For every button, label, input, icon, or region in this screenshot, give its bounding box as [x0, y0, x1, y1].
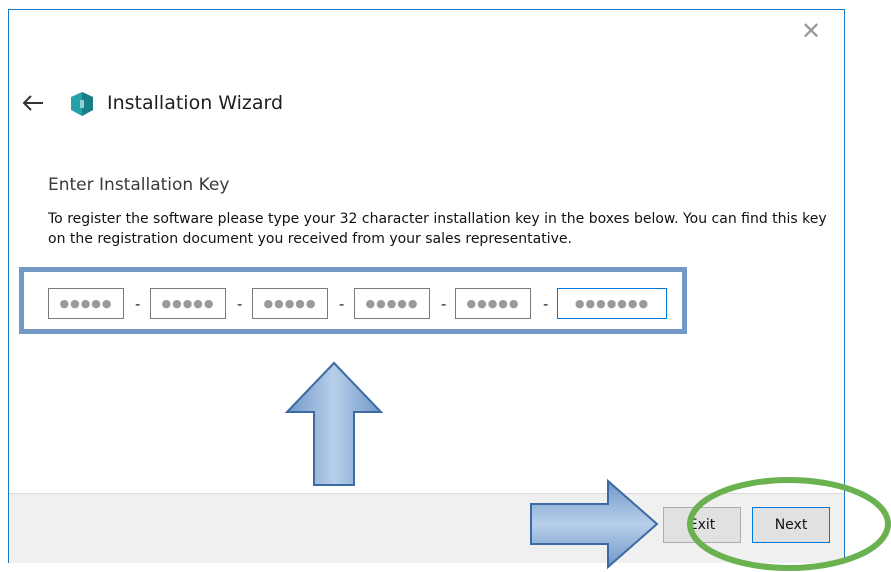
- close-button[interactable]: ✕: [798, 18, 824, 44]
- page-heading: Enter Installation Key: [48, 175, 230, 195]
- key-separator: -: [441, 296, 447, 313]
- key-field-3[interactable]: ●●●●●: [252, 288, 328, 319]
- key-field-2[interactable]: ●●●●●: [150, 288, 226, 319]
- window-title: Installation Wizard: [107, 92, 284, 114]
- key-separator: -: [135, 296, 141, 313]
- key-field-1[interactable]: ●●●●●: [48, 288, 124, 319]
- annotation-arrow-up-icon: [284, 361, 384, 486]
- instructions-text: To register the software please type you…: [48, 211, 827, 247]
- key-separator: -: [543, 296, 549, 313]
- key-separator: -: [237, 296, 243, 313]
- arrow-left-icon[interactable]: [20, 90, 46, 116]
- key-field-6[interactable]: ●●●●●●●: [557, 288, 667, 319]
- annotation-arrow-right-icon: [530, 478, 659, 570]
- annotation-highlight-ellipse: [687, 477, 891, 571]
- key-field-4[interactable]: ●●●●●: [354, 288, 430, 319]
- key-field-5[interactable]: ●●●●●: [455, 288, 531, 319]
- key-separator: -: [339, 296, 345, 313]
- shield-icon: [71, 92, 93, 116]
